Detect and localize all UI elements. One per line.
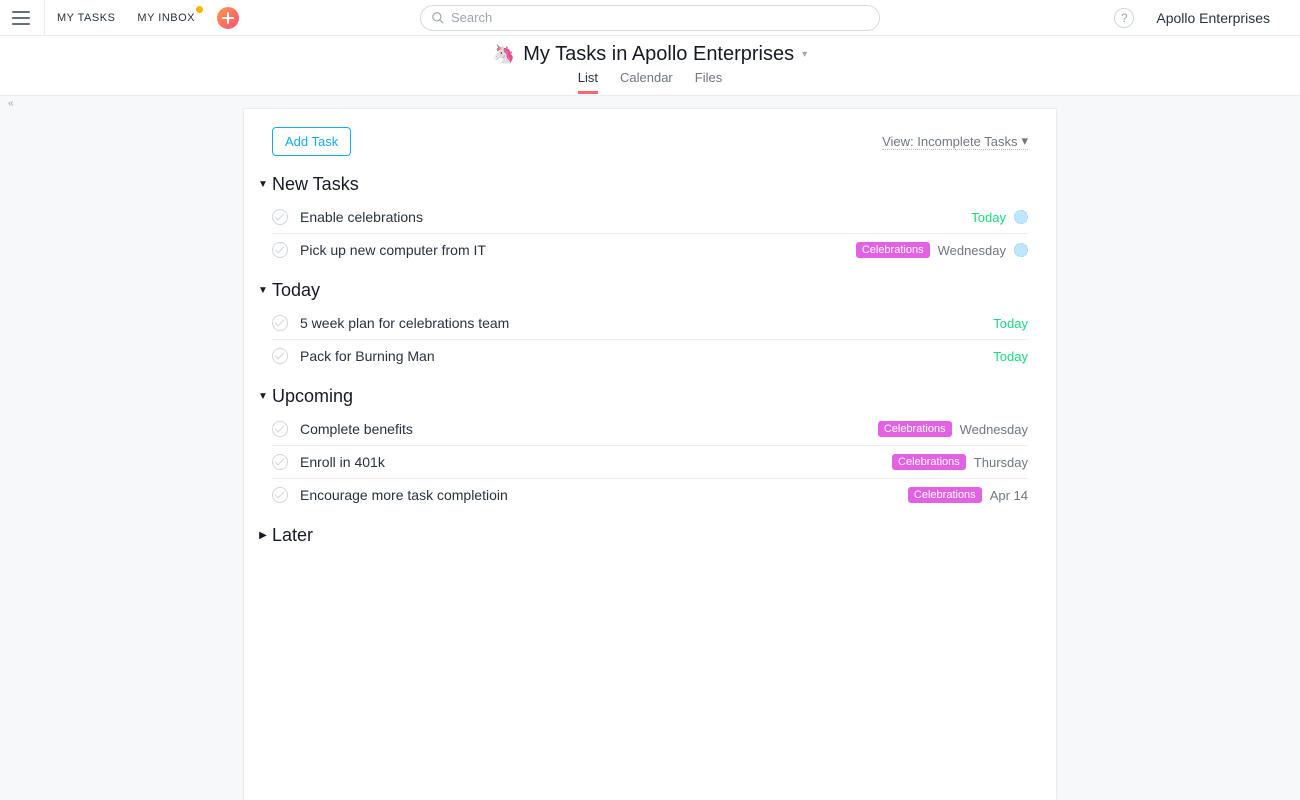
task-name[interactable]: Enable celebrations (300, 209, 971, 225)
quick-add-button[interactable] (217, 7, 239, 29)
complete-checkbox[interactable] (272, 315, 288, 331)
task-name[interactable]: Encourage more task completioin (300, 487, 908, 503)
nav-my-inbox[interactable]: MY INBOX (137, 12, 195, 24)
due-label: Today (993, 349, 1028, 364)
tab-list[interactable]: List (578, 70, 598, 94)
page-title-row: 🦄 My Tasks in Apollo Enterprises ▾ (493, 43, 807, 66)
page-title: My Tasks in Apollo Enterprises (523, 43, 794, 66)
nav-my-inbox-label: MY INBOX (137, 12, 195, 24)
task-name[interactable]: Pick up new computer from IT (300, 242, 856, 258)
panel-top: Add Task View: Incomplete Tasks ▾ (272, 127, 1028, 156)
view-toggle[interactable]: View: Incomplete Tasks ▾ (882, 133, 1028, 150)
topbar-right: ? Apollo Enterprises (1114, 8, 1288, 28)
task-meta: Celebrations Wednesday (856, 242, 1028, 258)
search-input[interactable] (451, 10, 869, 25)
section-title: Today (272, 280, 320, 301)
task-row[interactable]: Complete benefits Celebrations Wednesday (272, 413, 1028, 446)
task-tag[interactable]: Celebrations (908, 487, 982, 503)
assignee-avatar[interactable] (1014, 210, 1028, 224)
tab-files[interactable]: Files (695, 70, 722, 94)
complete-checkbox[interactable] (272, 348, 288, 364)
tabs: List Calendar Files (578, 70, 722, 94)
section-title: Upcoming (272, 386, 353, 407)
search-icon (431, 11, 445, 25)
section-header-upcoming[interactable]: ▼ Upcoming (258, 386, 1028, 407)
task-tag[interactable]: Celebrations (892, 454, 966, 470)
task-meta: Today (971, 210, 1028, 225)
sidebar-collapse-icon[interactable]: « (8, 98, 14, 109)
due-label: Today (971, 210, 1006, 225)
caret-down-icon: ▼ (258, 285, 268, 296)
task-row[interactable]: Enable celebrations Today (272, 201, 1028, 234)
task-meta: Celebrations Apr 14 (908, 487, 1028, 503)
task-meta: Today (993, 349, 1028, 364)
section-title: New Tasks (272, 174, 359, 195)
task-row[interactable]: Pick up new computer from IT Celebration… (272, 234, 1028, 266)
section-later: ▶ Later (272, 525, 1028, 546)
caret-right-icon: ▶ (258, 530, 268, 541)
tab-calendar[interactable]: Calendar (620, 70, 673, 94)
task-row[interactable]: Enroll in 401k Celebrations Thursday (272, 446, 1028, 479)
divider (44, 0, 45, 36)
add-task-button[interactable]: Add Task (272, 127, 351, 156)
section-header-new-tasks[interactable]: ▼ New Tasks (258, 174, 1028, 195)
due-label: Wednesday (960, 422, 1028, 437)
task-panel: Add Task View: Incomplete Tasks ▾ ▼ New … (243, 108, 1057, 800)
due-label: Apr 14 (990, 488, 1028, 503)
section-new-tasks: ▼ New Tasks Enable celebrations Today Pi… (272, 174, 1028, 266)
section-today: ▼ Today 5 week plan for celebrations tea… (272, 280, 1028, 372)
section-upcoming: ▼ Upcoming Complete benefits Celebration… (272, 386, 1028, 511)
task-name[interactable]: Complete benefits (300, 421, 878, 437)
task-tag[interactable]: Celebrations (856, 242, 930, 258)
task-name[interactable]: Enroll in 401k (300, 454, 892, 470)
task-meta: Celebrations Wednesday (878, 421, 1028, 437)
section-header-later[interactable]: ▶ Later (258, 525, 1028, 546)
inbox-notification-dot (196, 6, 203, 13)
complete-checkbox[interactable] (272, 454, 288, 470)
due-label: Thursday (974, 455, 1028, 470)
title-unicorn-icon: 🦄 (493, 44, 515, 65)
due-label: Today (993, 316, 1028, 331)
complete-checkbox[interactable] (272, 209, 288, 225)
search-box[interactable] (420, 5, 880, 31)
nav-my-tasks[interactable]: MY TASKS (57, 12, 115, 24)
topbar: MY TASKS MY INBOX ? Apollo Enterprises (0, 0, 1300, 36)
caret-down-icon: ▼ (258, 391, 268, 402)
task-tag[interactable]: Celebrations (878, 421, 952, 437)
task-name[interactable]: Pack for Burning Man (300, 348, 993, 364)
due-label: Wednesday (938, 243, 1006, 258)
task-name[interactable]: 5 week plan for celebrations team (300, 315, 993, 331)
caret-down-icon: ▼ (258, 179, 268, 190)
org-switcher[interactable]: Apollo Enterprises (1156, 10, 1270, 26)
hamburger-menu-icon[interactable] (12, 11, 30, 25)
task-row[interactable]: Pack for Burning Man Today (272, 340, 1028, 372)
subheader: 🦄 My Tasks in Apollo Enterprises ▾ List … (0, 36, 1300, 96)
complete-checkbox[interactable] (272, 242, 288, 258)
section-title: Later (272, 525, 313, 546)
help-button[interactable]: ? (1114, 8, 1134, 28)
view-toggle-label: View: Incomplete Tasks (882, 134, 1017, 149)
task-meta: Celebrations Thursday (892, 454, 1028, 470)
task-row[interactable]: Encourage more task completioin Celebrat… (272, 479, 1028, 511)
main-area: Add Task View: Incomplete Tasks ▾ ▼ New … (0, 96, 1300, 800)
assignee-avatar[interactable] (1014, 243, 1028, 257)
task-meta: Today (993, 316, 1028, 331)
section-header-today[interactable]: ▼ Today (258, 280, 1028, 301)
task-row[interactable]: 5 week plan for celebrations team Today (272, 307, 1028, 340)
title-dropdown-caret[interactable]: ▾ (802, 49, 807, 60)
complete-checkbox[interactable] (272, 421, 288, 437)
complete-checkbox[interactable] (272, 487, 288, 503)
chevron-down-icon: ▾ (1021, 133, 1028, 149)
